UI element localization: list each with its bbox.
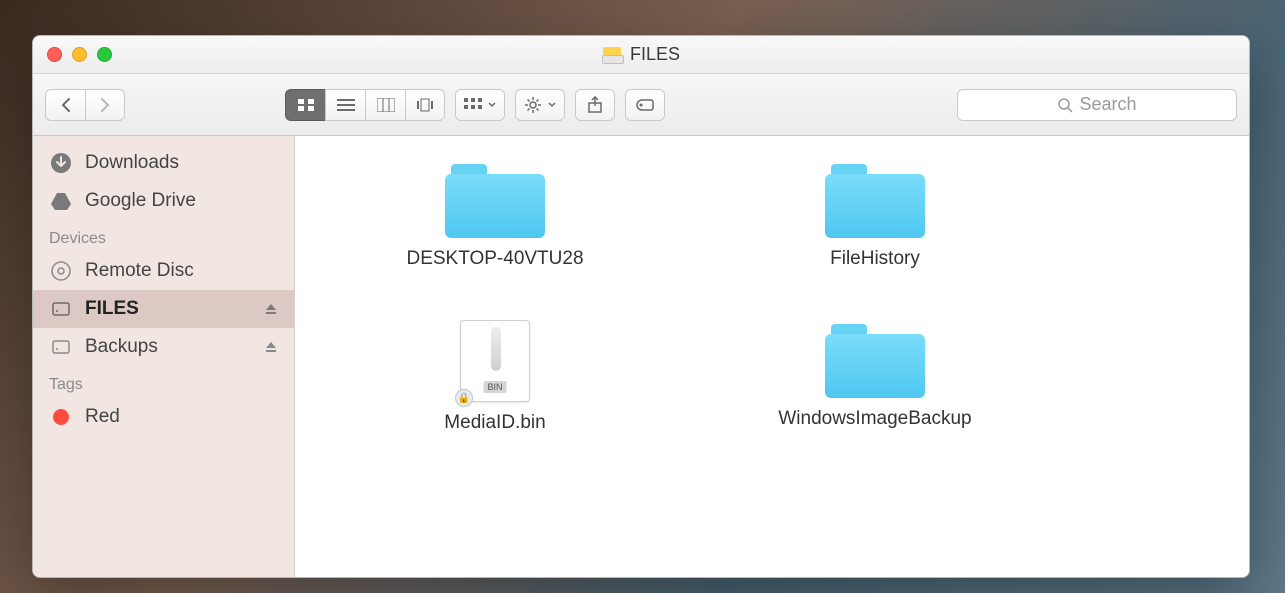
sidebar-item-files[interactable]: FILES [33,290,294,328]
forward-button[interactable] [85,89,125,121]
sidebar-tag-red[interactable]: Red [33,398,294,436]
chevron-down-icon [488,102,496,108]
item-label: WindowsImageBackup [778,408,971,430]
sidebar-item-downloads[interactable]: Downloads [33,144,294,182]
icon-grid: DESKTOP-40VTU28 FileHistory BIN 🔒 MediaI… [335,160,1209,434]
search-placeholder: Search [1079,94,1136,115]
nav-buttons [45,89,125,121]
minimize-button[interactable] [72,47,87,62]
sidebar-item-label: Google Drive [85,190,278,212]
view-buttons [285,89,445,121]
lock-icon: 🔒 [455,389,473,407]
sidebar-item-label: FILES [85,298,252,320]
window-body: Downloads Google Drive Devices Remote Di… [33,136,1249,577]
content-area[interactable]: DESKTOP-40VTU28 FileHistory BIN 🔒 MediaI… [295,136,1249,577]
folder-icon [825,160,925,238]
icon-view-button[interactable] [285,89,325,121]
list-icon [337,98,355,112]
gdrive-icon [49,189,73,213]
sidebar-item-remote-disc[interactable]: Remote Disc [33,252,294,290]
eject-button[interactable] [264,340,278,354]
window-title-text: FILES [630,44,680,65]
chevron-left-icon [60,97,72,113]
window-title: FILES [33,44,1249,65]
search-field[interactable]: Search [957,89,1237,121]
file-ext-badge: BIN [483,381,506,393]
arrange-icon [464,98,482,112]
sidebar-item-backups[interactable]: Backups [33,328,294,366]
item-label: FileHistory [830,248,920,270]
sidebar-item-label: Downloads [85,152,278,174]
sidebar-header-devices: Devices [33,220,294,252]
tag-icon [635,98,655,112]
grid-icon [297,98,315,112]
share-button[interactable] [575,89,615,121]
close-button[interactable] [47,47,62,62]
sidebar-item-label: Red [85,406,278,428]
folder-item[interactable]: DESKTOP-40VTU28 [335,160,655,270]
tag-dot-icon [49,405,73,429]
item-label: DESKTOP-40VTU28 [406,248,583,270]
file-item[interactable]: BIN 🔒 MediaID.bin [335,320,655,434]
share-icon [587,96,603,114]
columns-icon [377,98,395,112]
folder-item[interactable]: WindowsImageBackup [715,320,1035,434]
gear-icon [524,96,542,114]
sidebar-header-tags: Tags [33,366,294,398]
drive-icon [602,47,622,63]
toolbar: Search [33,74,1249,136]
drive-icon [49,297,73,321]
back-button[interactable] [45,89,85,121]
folder-icon [825,320,925,398]
coverflow-icon [416,98,434,112]
chevron-down-icon [548,102,556,108]
disc-icon [49,259,73,283]
downloads-icon [49,151,73,175]
arrange-button[interactable] [455,89,505,121]
folder-item[interactable]: FileHistory [715,160,1035,270]
folder-icon [445,160,545,238]
coverflow-view-button[interactable] [405,89,445,121]
column-view-button[interactable] [365,89,405,121]
search-icon [1057,97,1073,113]
chevron-right-icon [99,97,111,113]
action-button[interactable] [515,89,565,121]
traffic-lights [33,47,112,62]
sidebar-item-google-drive[interactable]: Google Drive [33,182,294,220]
eject-button[interactable] [264,302,278,316]
maximize-button[interactable] [97,47,112,62]
titlebar[interactable]: FILES [33,36,1249,74]
sidebar: Downloads Google Drive Devices Remote Di… [33,136,295,577]
bin-file-icon: BIN 🔒 [460,320,530,402]
sidebar-item-label: Remote Disc [85,260,278,282]
list-view-button[interactable] [325,89,365,121]
item-label: MediaID.bin [444,412,545,434]
finder-window: FILES [32,35,1250,578]
tags-button[interactable] [625,89,665,121]
sidebar-item-label: Backups [85,336,252,358]
drive-icon [49,335,73,359]
